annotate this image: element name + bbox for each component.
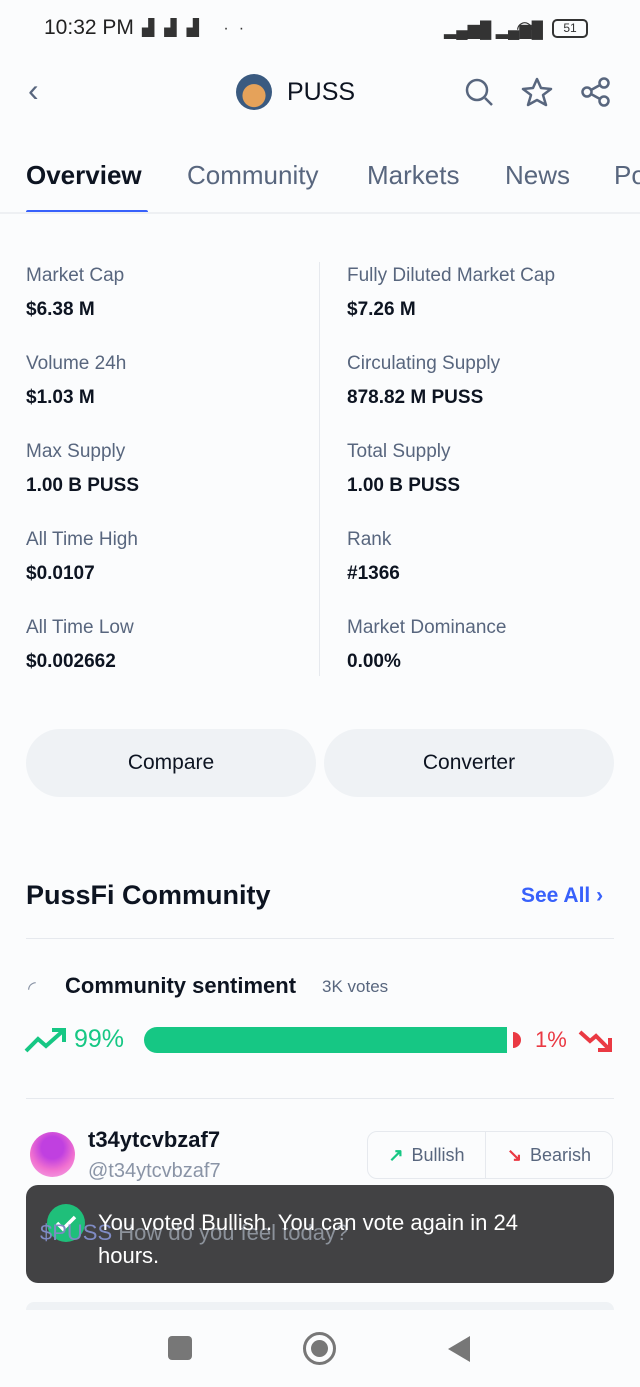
tab-bar: Overview Community Markets News Po [0,150,640,214]
stat-max-supply: Max Supply 1.00 B PUSS [26,441,139,496]
gauge-icon: ◜ [28,978,36,1000]
stat-circulating-supply: Circulating Supply 878.82 M PUSS [347,353,501,408]
bullish-button[interactable]: ↗ Bullish [368,1132,486,1178]
votes-count: 3K votes [322,977,389,996]
search-icon[interactable] [464,77,494,107]
divider [26,1098,614,1099]
bullish-bar [144,1027,507,1053]
stat-market-cap: Market Cap $6.38 M [26,265,125,320]
back-nav-button[interactable] [448,1336,470,1362]
bearish-button[interactable]: ↘ Bearish [486,1132,612,1178]
nav-bar [0,1310,640,1387]
tab-markets[interactable]: Markets [367,160,459,191]
column-divider [319,262,320,676]
page-title: PUSS [287,78,356,106]
stat-volume: Volume 24h $1.03 M [26,353,127,408]
tab-news[interactable]: News [505,160,570,191]
recents-button[interactable] [168,1336,192,1360]
notification-icons: ▟▟▟ ·· [142,20,255,37]
tab-portfolio[interactable]: Po [614,160,640,191]
status-time: 10:32 PM [44,16,134,39]
user-handle: @t34ytcvbzaf7 [88,1160,221,1182]
trend-up-icon [24,1028,66,1053]
stat-ath: All Time High $0.0107 [26,529,138,584]
username: t34ytcvbzaf7 [88,1127,221,1152]
chevron-right-icon: › [596,884,604,907]
bearish-percent: 1% [535,1027,567,1052]
star-icon[interactable] [521,76,553,108]
tab-community[interactable]: Community [187,160,318,191]
stat-total-supply: Total Supply 1.00 B PUSS [347,441,460,496]
battery-icon: 51 [552,19,588,38]
vote-buttons: ↗ Bullish ↘ Bearish [367,1131,613,1179]
stat-atl: All Time Low $0.002662 [26,617,134,672]
trend-up-icon: ↗ [388,1144,404,1165]
tab-overview[interactable]: Overview [26,160,142,191]
wifi-icon: ◠ [516,18,534,40]
stat-fdv: Fully Diluted Market Cap $7.26 M [347,265,556,320]
bearish-bar [513,1032,521,1048]
app-header: ‹ PUSS [0,58,640,128]
converter-button[interactable]: Converter [324,729,614,797]
community-title: PussFi Community [26,880,271,910]
share-icon[interactable] [580,76,612,108]
compare-button[interactable]: Compare [26,729,316,797]
stat-rank: Rank #1366 [347,529,400,584]
sentiment-bar [144,1027,524,1053]
active-tab-indicator [26,210,148,212]
divider [26,938,614,939]
sentiment-title: Community sentiment [65,973,297,998]
partial-card [26,1302,614,1310]
post-input[interactable]: $PUSS How do you feel today? [40,1220,348,1246]
trend-down-icon [578,1030,612,1052]
home-button[interactable] [303,1332,336,1365]
back-icon[interactable]: ‹ [28,72,39,109]
trend-down-icon: ↘ [506,1144,523,1165]
status-bar: 10:32 PM ▟▟▟ ·· ▂▄▆█ ▂▄▆█ ◠ 51 [0,0,640,58]
avatar [30,1132,75,1177]
bullish-percent: 99% [74,1025,125,1053]
see-all-link[interactable]: See All › [521,884,603,908]
stat-dominance: Market Dominance 0.00% [347,617,507,672]
coin-logo [236,74,272,110]
